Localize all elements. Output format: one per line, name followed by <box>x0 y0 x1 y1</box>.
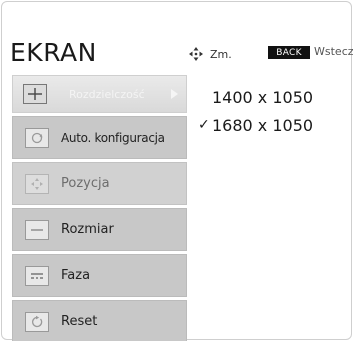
plus-crosshair-icon <box>23 84 47 104</box>
phase-lines-icon <box>25 265 49 286</box>
position-arrows-icon <box>25 173 49 194</box>
resolution-value: 1400 x 1050 <box>212 88 314 107</box>
menu-item-label: Auto. konfiguracja <box>61 130 165 145</box>
move-hint: Zm. <box>188 46 232 62</box>
menu-item-resolution[interactable]: Rozdzielczość <box>12 75 187 113</box>
menu-item-position[interactable]: Pozycja <box>12 162 187 205</box>
screen-menu-panel: EKRAN Zm. BACK Wstecz Rozdzielczość Auto… <box>1 1 353 341</box>
menu-item-size[interactable]: Rozmiar <box>12 208 187 251</box>
settings-menu: Rozdzielczość Auto. konfiguracja Pozycja… <box>12 75 187 341</box>
size-bar-icon <box>25 219 49 240</box>
back-label[interactable]: Wstecz <box>314 45 353 58</box>
move-label: Zm. <box>210 47 232 61</box>
menu-item-label: Reset <box>61 314 98 329</box>
auto-config-circle-icon <box>25 127 49 148</box>
menu-item-reset[interactable]: Reset <box>12 300 187 341</box>
menu-item-label: Rozmiar <box>61 222 114 237</box>
menu-item-phase[interactable]: Faza <box>12 254 187 297</box>
menu-item-label: Faza <box>61 268 91 283</box>
page-title: EKRAN <box>10 38 97 67</box>
menu-item-auto-config[interactable]: Auto. konfiguracja <box>12 116 187 159</box>
submenu-arrow-icon <box>171 89 178 99</box>
menu-item-label: Pozycja <box>61 176 110 191</box>
reset-circle-icon <box>25 311 49 332</box>
resolution-value: 1680 x 1050 <box>212 116 314 135</box>
four-way-arrow-icon <box>188 46 204 62</box>
back-button-badge[interactable]: BACK <box>268 46 310 59</box>
menu-item-label: Rozdzielczość <box>69 87 145 101</box>
checkmark-icon: ✓ <box>198 117 210 133</box>
